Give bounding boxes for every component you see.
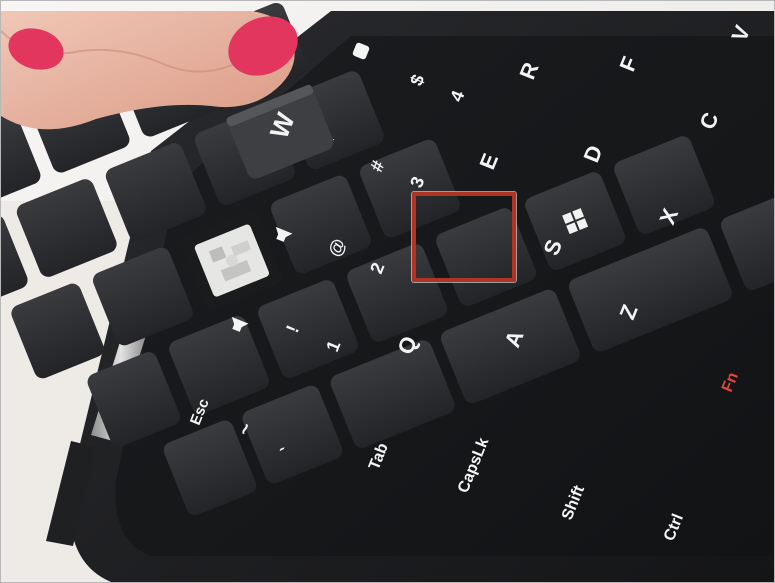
keyboard-photo: Esc ~ ` Tab CapsLk Shift Ctrl Fn ! 1 Q A… — [1, 1, 774, 582]
highlight-box — [412, 192, 516, 282]
photo-frame: Esc ~ ` Tab CapsLk Shift Ctrl Fn ! 1 Q A… — [0, 0, 775, 583]
